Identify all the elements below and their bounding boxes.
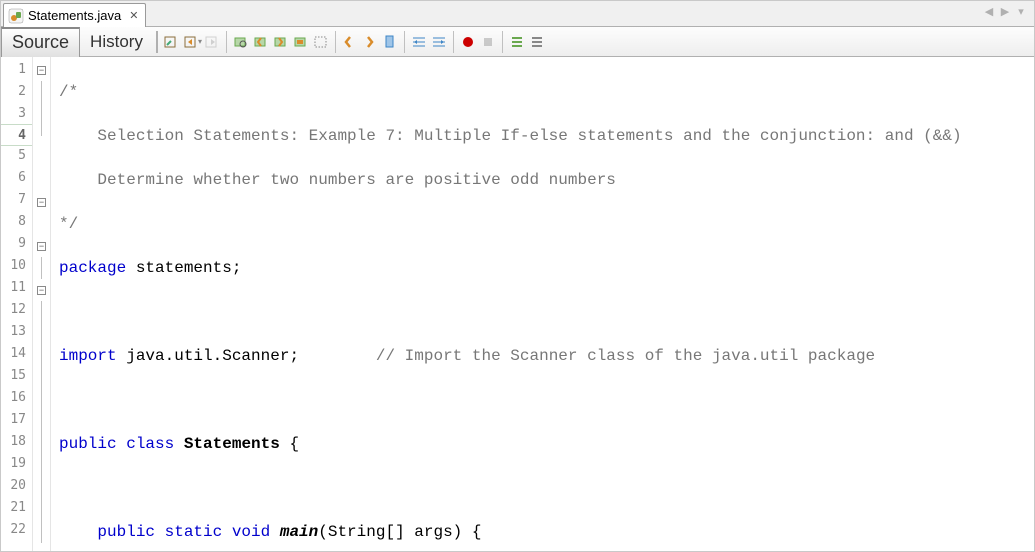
code-text: public: [97, 523, 155, 541]
line-number[interactable]: 8: [1, 211, 32, 233]
code-text: static: [155, 523, 232, 541]
line-number[interactable]: 16: [1, 387, 32, 409]
tab-history[interactable]: History: [80, 27, 153, 57]
editor-toolbar: Source History ▾: [1, 27, 1034, 57]
tab-nav-right-icon[interactable]: ▶: [998, 4, 1012, 18]
line-number[interactable]: 9: [1, 233, 32, 255]
code-text: /*: [59, 83, 78, 101]
close-icon[interactable]: ✕: [129, 11, 139, 21]
code-text: */: [59, 215, 78, 233]
tab-nav-left-icon[interactable]: ◀: [982, 4, 996, 18]
code-text: import: [59, 347, 117, 365]
code-text: package: [59, 259, 126, 277]
fold-gutter: − − − −: [33, 57, 51, 551]
file-tab-strip: Statements.java ✕ ◀ ▶ ▾: [1, 1, 1034, 27]
file-tab-label: Statements.java: [28, 8, 121, 23]
shift-left-icon[interactable]: [410, 33, 428, 51]
find-next-icon[interactable]: [272, 33, 290, 51]
line-number[interactable]: 5: [1, 145, 32, 167]
code-text: class: [117, 435, 184, 453]
code-text: (String[] args) {: [318, 523, 481, 541]
code-text: Statements: [184, 435, 280, 453]
line-number[interactable]: 10: [1, 255, 32, 277]
line-number[interactable]: 7: [1, 189, 32, 211]
line-number[interactable]: 12: [1, 299, 32, 321]
macro-record-icon[interactable]: [459, 33, 477, 51]
line-number[interactable]: 1: [1, 59, 32, 81]
line-number[interactable]: 20: [1, 475, 32, 497]
code-text: void: [232, 523, 270, 541]
prev-bookmark-icon[interactable]: [341, 33, 359, 51]
macro-stop-icon[interactable]: [479, 33, 497, 51]
comment-icon[interactable]: [508, 33, 526, 51]
line-number[interactable]: 11: [1, 277, 32, 299]
tab-source[interactable]: Source: [1, 27, 80, 57]
code-text: statements;: [126, 259, 241, 277]
uncomment-icon[interactable]: [528, 33, 546, 51]
line-number[interactable]: 6: [1, 167, 32, 189]
shift-right-icon[interactable]: [430, 33, 448, 51]
last-edit-icon[interactable]: [162, 33, 180, 51]
line-number[interactable]: 2: [1, 81, 32, 103]
fold-toggle-icon[interactable]: −: [37, 286, 46, 295]
java-file-icon: [8, 8, 24, 24]
code-text: Determine whether two numbers are positi…: [59, 171, 616, 189]
code-text: [270, 523, 280, 541]
code-text: public: [59, 435, 117, 453]
line-number[interactable]: 22: [1, 519, 32, 541]
line-number[interactable]: 3: [1, 103, 32, 125]
fold-toggle-icon[interactable]: −: [37, 66, 46, 75]
line-number[interactable]: 4: [1, 124, 32, 146]
next-bookmark-icon[interactable]: [361, 33, 379, 51]
tab-nav-controls: ◀ ▶ ▾: [982, 4, 1028, 18]
fold-toggle-icon[interactable]: −: [37, 242, 46, 251]
toggle-rect-select-icon[interactable]: [312, 33, 330, 51]
line-number[interactable]: 14: [1, 343, 32, 365]
forward-icon[interactable]: [203, 33, 221, 51]
code-editor[interactable]: /* Selection Statements: Example 7: Mult…: [51, 57, 1034, 551]
line-number[interactable]: 13: [1, 321, 32, 343]
code-text: // Import the Scanner class of the java.…: [376, 347, 875, 365]
code-text: main: [280, 523, 318, 541]
toggle-bookmark-icon[interactable]: [381, 33, 399, 51]
code-text: Selection Statements: Example 7: Multipl…: [59, 127, 962, 145]
line-number[interactable]: 18: [1, 431, 32, 453]
find-selection-icon[interactable]: [232, 33, 250, 51]
editor-window: Statements.java ✕ ◀ ▶ ▾ Source History ▾: [0, 0, 1035, 552]
find-prev-icon[interactable]: [252, 33, 270, 51]
tab-nav-menu-icon[interactable]: ▾: [1014, 4, 1028, 18]
line-number[interactable]: 21: [1, 497, 32, 519]
editor-area: 1 2 3 4 5 6 7 8 9 10 11 12 13 14 15 16 1…: [1, 57, 1034, 551]
line-number[interactable]: 19: [1, 453, 32, 475]
line-number[interactable]: 15: [1, 365, 32, 387]
line-number[interactable]: 17: [1, 409, 32, 431]
code-text: {: [280, 435, 299, 453]
file-tab[interactable]: Statements.java ✕: [3, 3, 146, 27]
toggle-highlight-icon[interactable]: [292, 33, 310, 51]
fold-toggle-icon[interactable]: −: [37, 198, 46, 207]
code-text: java.util.Scanner;: [117, 347, 376, 365]
line-number-gutter: 1 2 3 4 5 6 7 8 9 10 11 12 13 14 15 16 1…: [1, 57, 33, 551]
